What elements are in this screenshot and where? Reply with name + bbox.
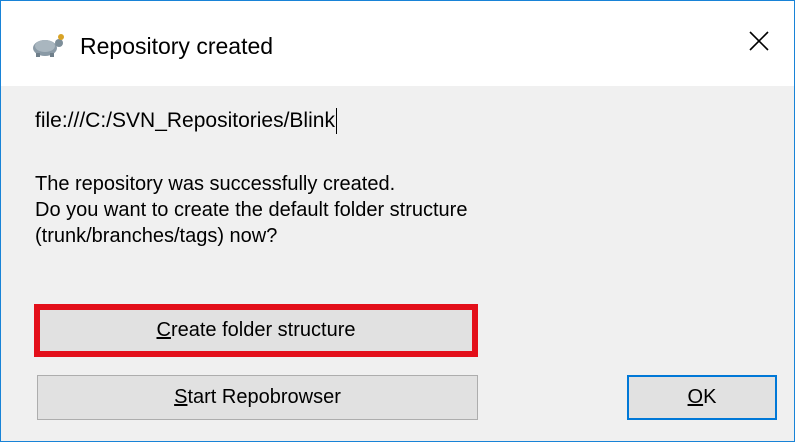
create-folder-structure-label: reate folder structure bbox=[170, 319, 356, 341]
repository-path-text: file:///C:/SVN_Repositories/Blink bbox=[35, 109, 335, 132]
title-bar[interactable]: Repository created bbox=[1, 1, 794, 86]
ok-accelerator: O bbox=[687, 386, 704, 408]
dialog-content: file:///C:/SVN_Repositories/Blink The re… bbox=[1, 86, 794, 441]
create-folder-structure-button[interactable]: Create folder structure bbox=[34, 304, 478, 357]
message-line-3: (trunk/branches/tags) now? bbox=[35, 225, 278, 247]
start-repobrowser-label: tart Repobrowser bbox=[187, 386, 341, 408]
create-folder-structure-accelerator: C bbox=[156, 319, 171, 341]
message-text: The repository was successfully created.… bbox=[35, 171, 467, 249]
message-line-2: Do you want to create the default folder… bbox=[35, 199, 468, 221]
close-button[interactable] bbox=[724, 1, 794, 86]
close-icon bbox=[747, 29, 771, 58]
tortoisesvn-turtle-icon bbox=[28, 31, 68, 59]
repository-created-dialog: Repository created file:///C:/SVN_Reposi… bbox=[0, 0, 795, 442]
start-repobrowser-button[interactable]: Start Repobrowser bbox=[37, 375, 478, 420]
window-title: Repository created bbox=[80, 33, 274, 59]
ok-label: K bbox=[703, 386, 717, 408]
ok-button[interactable]: OK bbox=[627, 375, 777, 420]
message-line-1: The repository was successfully created. bbox=[35, 173, 396, 195]
start-repobrowser-accelerator: S bbox=[174, 386, 188, 408]
repository-path-field[interactable]: file:///C:/SVN_Repositories/Blink bbox=[35, 100, 735, 142]
text-caret bbox=[335, 108, 337, 135]
